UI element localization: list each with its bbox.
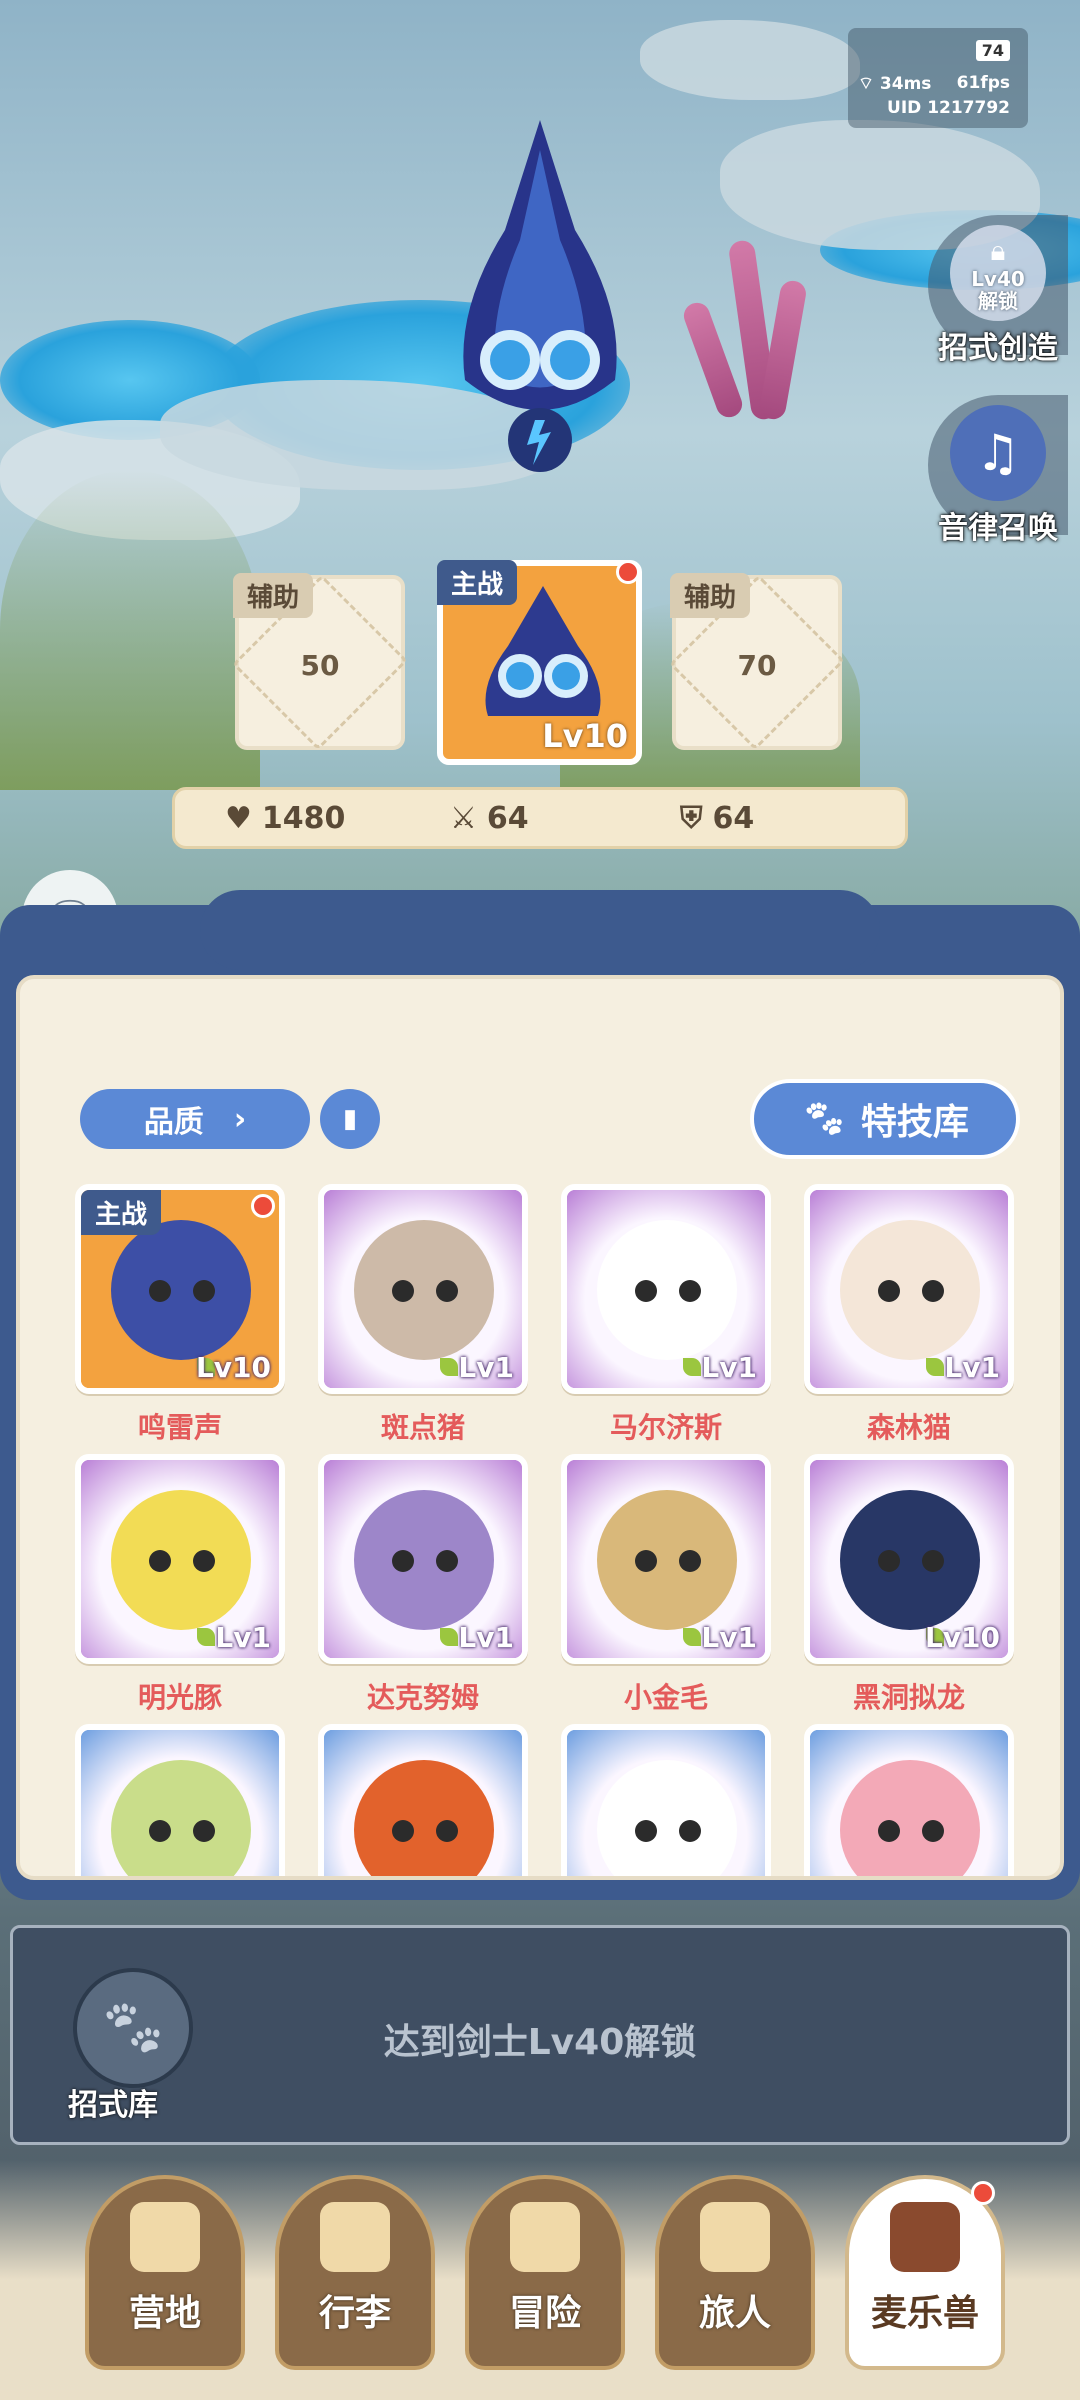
melody-summon-button[interactable]: ♫ 音律召唤 bbox=[928, 395, 1068, 546]
nav-pet[interactable]: 麦乐兽 bbox=[845, 2175, 1005, 2370]
lyre-icon: ♫ bbox=[950, 405, 1046, 501]
pet-level: Lv1 bbox=[458, 1621, 514, 1654]
pet-level: Lv1 bbox=[701, 1351, 757, 1384]
pet-level: Lv1 bbox=[701, 1621, 757, 1654]
leaf-icon bbox=[683, 1628, 701, 1646]
leaf-icon bbox=[683, 1358, 701, 1376]
castle-icon bbox=[130, 2202, 200, 2272]
pet-level: Lv1 bbox=[944, 1351, 1000, 1384]
pet-level: Lv1 bbox=[215, 1621, 271, 1654]
pet-level: Lv1 bbox=[458, 1351, 514, 1384]
lock-icon: 🔒︎ Lv40 解锁 bbox=[950, 225, 1046, 321]
crossed-swords-icon bbox=[510, 2202, 580, 2272]
backpack-icon bbox=[320, 2202, 390, 2272]
pet-portrait bbox=[354, 1490, 494, 1630]
leaf-icon bbox=[440, 1628, 458, 1646]
leaf-icon bbox=[197, 1628, 215, 1646]
pet-icon bbox=[890, 2202, 960, 2272]
pet-name: 森林猫 bbox=[866, 1411, 951, 1444]
nav-character[interactable]: 旅人 bbox=[655, 2175, 815, 2370]
nav-castle[interactable]: 营地 bbox=[85, 2175, 245, 2370]
fps-readout: 61fps bbox=[956, 73, 1010, 93]
leaf-icon bbox=[926, 1358, 944, 1376]
main-battle-tag: 主战 bbox=[81, 1190, 162, 1235]
pet-card[interactable]: Lv1 bbox=[561, 1184, 771, 1394]
handbook-button[interactable]: ▮ bbox=[320, 1089, 380, 1149]
attack-stat: ⚔ 64 bbox=[450, 800, 529, 836]
pet-name: 斑点猪 bbox=[380, 1411, 465, 1444]
nav-crossed-swords[interactable]: 冒险 bbox=[465, 2175, 625, 2370]
pet-name: 黑洞拟龙 bbox=[852, 1681, 965, 1714]
uid-readout: UID 1217792 bbox=[887, 98, 1010, 118]
pet-portrait bbox=[111, 1490, 251, 1630]
chevron-right-icon: › bbox=[233, 1101, 247, 1137]
move-library-locked-bar: 🐾︎ 招式库 达到剑士Lv40解锁 bbox=[10, 1925, 1070, 2145]
pet-name: 达克努姆 bbox=[366, 1681, 479, 1714]
pet-name: 马尔济斯 bbox=[609, 1411, 722, 1444]
pet-card[interactable]: 主战 Lv10 bbox=[75, 1184, 285, 1394]
crossed-swords-icon: ⚔ bbox=[450, 800, 477, 836]
main-pet-model[interactable] bbox=[435, 120, 645, 480]
move-create-button[interactable]: 🔒︎ Lv40 解锁 招式创造 bbox=[928, 215, 1068, 366]
pet-card[interactable]: Lv1 bbox=[561, 1454, 771, 1664]
notification-dot bbox=[971, 2181, 995, 2205]
pet-panel: 品质 › ▮ 🐾︎ 特技库 主战 Lv10 鸣雷声 Lv1 斑点猪 Lv1 马尔济斯 Lv1 森… bbox=[0, 890, 1080, 1900]
pet-name: 明光豚 bbox=[137, 1681, 222, 1714]
network-hud: 74 ⌔ 34ms 61fps UID 1217792 bbox=[848, 28, 1028, 128]
pet-level: Lv10 bbox=[542, 717, 628, 755]
battery-level: 74 bbox=[975, 40, 1010, 61]
nav-backpack[interactable]: 行李 bbox=[275, 2175, 435, 2370]
pet-level: Lv10 bbox=[195, 1351, 271, 1384]
pet-level: Lv10 bbox=[924, 1621, 1000, 1654]
shield-icon: ⛨ bbox=[680, 800, 703, 836]
pet-card[interactable]: Lv1 bbox=[804, 1724, 1014, 1876]
pet-portrait bbox=[354, 1220, 494, 1360]
pet-card[interactable]: Lv1 bbox=[318, 1724, 528, 1876]
pet-name: 小金毛 bbox=[623, 1681, 708, 1714]
pet-portrait bbox=[597, 1220, 737, 1360]
pet-card[interactable]: Lv1 bbox=[318, 1454, 528, 1664]
support-slot-left[interactable]: 辅助 50 bbox=[231, 573, 409, 751]
defense-stat: ⛨ 64 bbox=[680, 800, 755, 836]
pet-portrait bbox=[111, 1220, 251, 1360]
ping-readout: ⌔ 34ms bbox=[858, 74, 932, 94]
pet-portrait bbox=[840, 1490, 980, 1630]
main-battle-slot[interactable]: 主战 Lv10 bbox=[437, 560, 642, 765]
notification-dot bbox=[616, 560, 640, 584]
pet-card[interactable]: Lv1 bbox=[318, 1184, 528, 1394]
team-stats-bar: ♥ 1480 ⚔ 64 ⛨ 64 bbox=[172, 787, 908, 849]
paw-icon: 🐾︎ bbox=[801, 1099, 847, 1140]
support-slot-right[interactable]: 辅助 70 bbox=[668, 573, 846, 751]
pet-card[interactable]: Lv1 bbox=[804, 1184, 1014, 1394]
pet-card[interactable]: Lv10 bbox=[804, 1454, 1014, 1664]
character-icon bbox=[700, 2202, 770, 2272]
pet-name: 鸣雷声 bbox=[137, 1411, 222, 1444]
hp-stat: ♥ 1480 bbox=[225, 800, 346, 836]
pet-card[interactable]: Lv1 bbox=[75, 1724, 285, 1876]
pet-card[interactable]: Lv1 bbox=[561, 1724, 771, 1876]
book-icon: ▮ bbox=[342, 1104, 358, 1134]
heart-icon: ♥ bbox=[225, 800, 252, 836]
notification-dot bbox=[251, 1194, 275, 1218]
quality-filter-button[interactable]: 品质 › bbox=[80, 1089, 310, 1149]
leaf-icon bbox=[440, 1358, 458, 1376]
pet-card[interactable]: Lv1 bbox=[75, 1454, 285, 1664]
pet-portrait bbox=[840, 1220, 980, 1360]
pet-portrait bbox=[597, 1490, 737, 1630]
skill-library-button[interactable]: 🐾︎ 特技库 bbox=[750, 1079, 1020, 1159]
main-pet-portrait bbox=[485, 586, 601, 716]
